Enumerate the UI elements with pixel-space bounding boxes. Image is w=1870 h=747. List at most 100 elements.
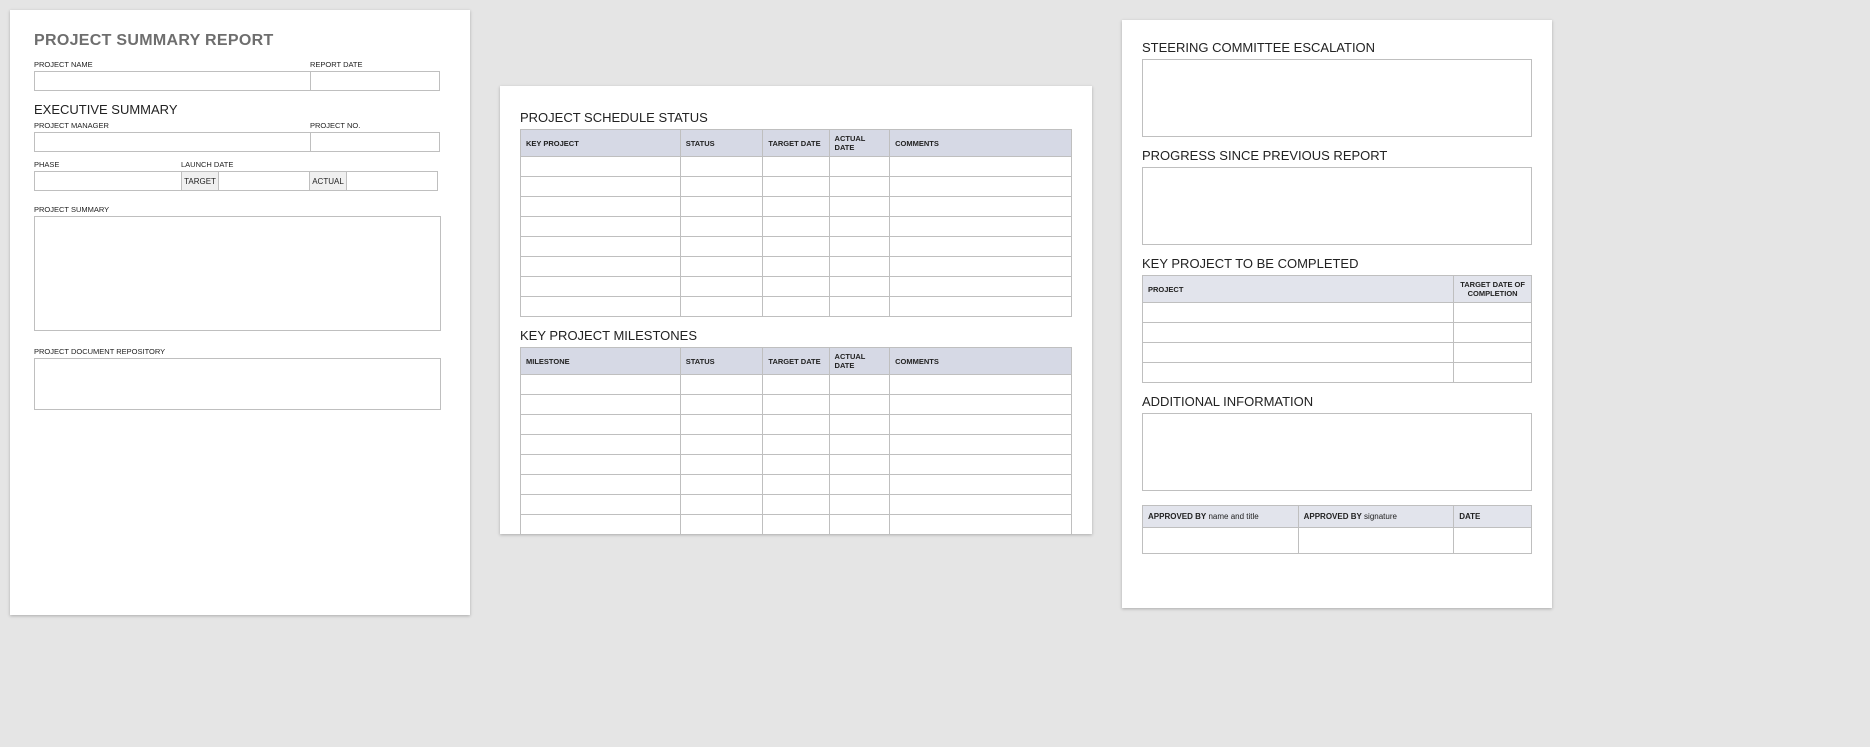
table-cell[interactable] <box>680 197 763 217</box>
table-cell[interactable] <box>521 495 681 515</box>
project-summary-input[interactable] <box>34 216 441 331</box>
approved-by-signature-cell[interactable] <box>1298 528 1454 554</box>
table-cell[interactable] <box>763 395 829 415</box>
table-cell[interactable] <box>521 277 681 297</box>
table-cell[interactable] <box>763 515 829 535</box>
table-cell[interactable] <box>890 475 1072 495</box>
project-manager-input[interactable] <box>34 132 311 152</box>
table-cell[interactable] <box>521 157 681 177</box>
table-cell[interactable] <box>1143 323 1454 343</box>
table-cell[interactable] <box>829 217 890 237</box>
table-cell[interactable] <box>521 475 681 495</box>
table-cell[interactable] <box>1454 343 1532 363</box>
table-cell[interactable] <box>763 415 829 435</box>
table-cell[interactable] <box>890 277 1072 297</box>
table-cell[interactable] <box>521 217 681 237</box>
table-cell[interactable] <box>680 277 763 297</box>
table-cell[interactable] <box>829 157 890 177</box>
table-cell[interactable] <box>521 435 681 455</box>
steering-box[interactable] <box>1142 59 1532 137</box>
target-date-input[interactable] <box>218 171 310 191</box>
table-cell[interactable] <box>521 237 681 257</box>
actual-date-input[interactable] <box>346 171 438 191</box>
table-cell[interactable] <box>890 395 1072 415</box>
table-cell[interactable] <box>763 475 829 495</box>
table-cell[interactable] <box>521 395 681 415</box>
table-cell[interactable] <box>1143 303 1454 323</box>
table-cell[interactable] <box>763 217 829 237</box>
table-cell[interactable] <box>829 277 890 297</box>
table-cell[interactable] <box>763 375 829 395</box>
table-cell[interactable] <box>763 197 829 217</box>
table-cell[interactable] <box>521 177 681 197</box>
table-cell[interactable] <box>763 435 829 455</box>
table-cell[interactable] <box>680 475 763 495</box>
table-cell[interactable] <box>829 435 890 455</box>
table-cell[interactable] <box>890 515 1072 535</box>
table-cell[interactable] <box>1454 363 1532 383</box>
table-cell[interactable] <box>680 237 763 257</box>
table-cell[interactable] <box>521 415 681 435</box>
table-cell[interactable] <box>680 435 763 455</box>
table-cell[interactable] <box>680 257 763 277</box>
table-cell[interactable] <box>829 375 890 395</box>
table-cell[interactable] <box>521 297 681 317</box>
table-cell[interactable] <box>521 375 681 395</box>
approval-date-cell[interactable] <box>1454 528 1532 554</box>
table-cell[interactable] <box>521 197 681 217</box>
table-cell[interactable] <box>763 177 829 197</box>
table-cell[interactable] <box>521 515 681 535</box>
table-cell[interactable] <box>890 297 1072 317</box>
table-cell[interactable] <box>1454 303 1532 323</box>
report-date-input[interactable] <box>310 71 440 91</box>
table-cell[interactable] <box>890 217 1072 237</box>
table-cell[interactable] <box>890 157 1072 177</box>
table-cell[interactable] <box>680 495 763 515</box>
table-cell[interactable] <box>521 455 681 475</box>
project-no-input[interactable] <box>310 132 440 152</box>
table-cell[interactable] <box>890 495 1072 515</box>
table-cell[interactable] <box>829 495 890 515</box>
table-cell[interactable] <box>763 455 829 475</box>
table-cell[interactable] <box>829 455 890 475</box>
table-cell[interactable] <box>763 297 829 317</box>
table-cell[interactable] <box>829 177 890 197</box>
table-cell[interactable] <box>829 395 890 415</box>
table-cell[interactable] <box>763 237 829 257</box>
table-cell[interactable] <box>763 157 829 177</box>
progress-box[interactable] <box>1142 167 1532 245</box>
table-cell[interactable] <box>680 395 763 415</box>
additional-info-box[interactable] <box>1142 413 1532 491</box>
table-cell[interactable] <box>890 455 1072 475</box>
table-cell[interactable] <box>829 297 890 317</box>
table-cell[interactable] <box>763 257 829 277</box>
approved-by-name-cell[interactable] <box>1143 528 1299 554</box>
table-cell[interactable] <box>680 177 763 197</box>
table-cell[interactable] <box>680 455 763 475</box>
table-cell[interactable] <box>1454 323 1532 343</box>
table-cell[interactable] <box>890 375 1072 395</box>
table-cell[interactable] <box>829 475 890 495</box>
project-name-input[interactable] <box>34 71 311 91</box>
table-cell[interactable] <box>890 237 1072 257</box>
table-cell[interactable] <box>680 515 763 535</box>
table-cell[interactable] <box>829 197 890 217</box>
table-cell[interactable] <box>680 157 763 177</box>
table-cell[interactable] <box>680 297 763 317</box>
table-cell[interactable] <box>890 177 1072 197</box>
phase-input[interactable] <box>34 171 182 191</box>
table-cell[interactable] <box>829 515 890 535</box>
table-cell[interactable] <box>763 277 829 297</box>
table-cell[interactable] <box>1143 363 1454 383</box>
table-cell[interactable] <box>890 257 1072 277</box>
table-cell[interactable] <box>1143 343 1454 363</box>
table-cell[interactable] <box>521 257 681 277</box>
table-cell[interactable] <box>680 217 763 237</box>
table-cell[interactable] <box>890 415 1072 435</box>
table-cell[interactable] <box>763 495 829 515</box>
table-cell[interactable] <box>829 257 890 277</box>
table-cell[interactable] <box>680 375 763 395</box>
table-cell[interactable] <box>890 435 1072 455</box>
table-cell[interactable] <box>829 237 890 257</box>
table-cell[interactable] <box>829 415 890 435</box>
